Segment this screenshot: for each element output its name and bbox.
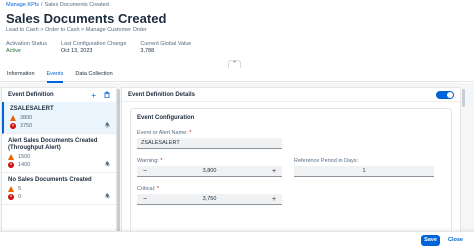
warning-value: 1500 bbox=[18, 154, 31, 160]
list-item-warning: 1500 bbox=[8, 154, 110, 160]
kpi-last-change: Last Configuration Change Oct 13, 2023 bbox=[61, 41, 126, 54]
required-marker: * bbox=[156, 186, 160, 192]
toggle-knob bbox=[447, 91, 453, 98]
critical-value: 3750 bbox=[20, 123, 33, 129]
list-item-name: No Sales Documents Created bbox=[8, 177, 92, 183]
event-definition-list-header: Event Definition + bbox=[2, 88, 116, 102]
list-item-critical: × 3750 🕭 bbox=[10, 123, 110, 129]
critical-icon: × bbox=[8, 194, 14, 200]
warning-icon bbox=[8, 186, 14, 192]
page-title: Sales Documents Created bbox=[6, 11, 167, 26]
critical-label: Critical: * bbox=[137, 186, 445, 192]
save-button[interactable]: Save bbox=[421, 235, 440, 246]
kpi-activation-status: Activation Status Active bbox=[6, 41, 47, 54]
card-title: Event Configuration bbox=[137, 115, 195, 121]
reference-period-input[interactable]: 1 bbox=[294, 166, 434, 177]
list-scrollbar[interactable] bbox=[117, 89, 120, 241]
required-marker: * bbox=[160, 158, 163, 164]
object-page-header: Manage KPIs / Sales Documents Created Sa… bbox=[0, 0, 474, 68]
event-active-toggle[interactable] bbox=[436, 90, 454, 99]
warning-stepper[interactable]: − 3,800 + bbox=[137, 166, 282, 177]
event-name-label: Event or Alert Name: * bbox=[137, 130, 445, 136]
trash-icon[interactable] bbox=[104, 91, 110, 100]
warning-icon bbox=[8, 154, 14, 160]
event-name-label-text: Event or Alert Name: bbox=[137, 130, 188, 136]
details-title: Event Definition Details bbox=[128, 91, 196, 98]
critical-stepper-value: 3,750 bbox=[202, 196, 217, 202]
breadcrumb-current: Sales Documents Created bbox=[44, 2, 109, 8]
kpi-value: Active bbox=[6, 48, 21, 54]
reference-period-field: Reference Period in Days: 1 bbox=[294, 149, 434, 177]
reference-period-value: 1 bbox=[362, 168, 366, 174]
kpi-value: Oct 13, 2023 bbox=[60, 48, 93, 54]
critical-icon: × bbox=[10, 123, 16, 129]
critical-icon: × bbox=[8, 162, 14, 168]
kpi-global-value: Current Global Value 3,788 bbox=[140, 41, 191, 54]
footer-toolbar: Save Close bbox=[0, 231, 474, 248]
warning-stepper-value: 3,800 bbox=[202, 168, 217, 174]
plus-icon[interactable]: + bbox=[91, 91, 96, 100]
list-item-warning: 3800 bbox=[10, 115, 110, 121]
events-content: Event Definition + ZSALESALERT 3800 × 37… bbox=[0, 83, 474, 248]
kpi-label: Last Configuration Change bbox=[60, 41, 127, 47]
list-item[interactable]: ZSALESALERT 3800 × 3750 🕭 bbox=[2, 102, 116, 134]
chevron-up-icon: ⌃ bbox=[231, 61, 238, 68]
required-marker: * bbox=[189, 130, 192, 136]
list-title: Event Definition bbox=[8, 92, 54, 98]
critical-label-text: Critical: bbox=[137, 186, 156, 192]
breadcrumb-separator: / bbox=[41, 2, 43, 8]
details-header: Event Definition Details bbox=[122, 88, 460, 102]
list-item-name: ZSALESALERT bbox=[10, 106, 54, 112]
tab-bar: Information Events Data Collection bbox=[0, 68, 474, 83]
plus-icon[interactable]: + bbox=[270, 196, 278, 203]
event-definition-details-panel: Event Definition Details Event Configura… bbox=[121, 87, 461, 248]
event-configuration-card: Event Configuration Event or Alert Name:… bbox=[130, 108, 452, 248]
warning-value: 5 bbox=[18, 186, 22, 192]
kpi-label: Current Global Value bbox=[140, 41, 192, 47]
list-item-critical: × 1400 🕭 bbox=[8, 162, 110, 168]
warning-row: Warning: * − 3,800 + Reference Period in… bbox=[137, 149, 445, 177]
bell-icon: 🕭 bbox=[104, 123, 110, 129]
breadcrumb: Manage KPIs / Sales Documents Created bbox=[6, 2, 468, 8]
critical-value: 0 bbox=[18, 194, 22, 200]
tab-information[interactable]: Information bbox=[7, 68, 35, 82]
plus-icon[interactable]: + bbox=[270, 168, 278, 175]
warning-label-text: Warning: bbox=[137, 158, 159, 164]
list-item[interactable]: No Sales Documents Created 5 × 0 🕭 bbox=[2, 173, 116, 205]
list-actions: + bbox=[91, 91, 110, 100]
warning-icon bbox=[10, 115, 16, 121]
header-kpis: Activation Status Active Last Configurat… bbox=[6, 41, 468, 54]
critical-value: 1400 bbox=[18, 162, 31, 168]
minus-icon[interactable]: − bbox=[141, 196, 149, 203]
close-button[interactable]: Close bbox=[445, 235, 466, 246]
warning-value: 3800 bbox=[20, 115, 33, 121]
kpi-value: 3,788 bbox=[140, 48, 155, 54]
warning-field: Warning: * − 3,800 + bbox=[137, 149, 282, 177]
bell-icon: 🕭 bbox=[104, 194, 110, 200]
event-name-input[interactable]: ZSALESALERT bbox=[137, 138, 282, 149]
bell-icon: 🕭 bbox=[104, 162, 110, 168]
list-item[interactable]: Alert Sales Documents Created (Throughpu… bbox=[2, 134, 116, 173]
reference-period-label: Reference Period in Days: bbox=[294, 158, 359, 164]
list-item-name: Alert Sales Documents Created (Throughpu… bbox=[8, 138, 98, 151]
page-subtitle: Lead to Cash > Order to Cash > Manage Cu… bbox=[6, 27, 147, 33]
list-item-critical: × 0 🕭 bbox=[8, 194, 110, 200]
list-item-warning: 5 bbox=[8, 186, 110, 192]
critical-stepper[interactable]: − 3,750 + bbox=[137, 194, 282, 205]
event-definition-list-panel: Event Definition + ZSALESALERT 3800 × 37… bbox=[1, 87, 117, 247]
breadcrumb-link-manage-kpis[interactable]: Manage KPIs bbox=[6, 2, 39, 8]
tab-data-collection[interactable]: Data Collection bbox=[75, 68, 112, 82]
details-scrollbar[interactable] bbox=[462, 89, 465, 107]
minus-icon[interactable]: − bbox=[141, 168, 149, 175]
kpi-label: Activation Status bbox=[6, 41, 47, 47]
tab-events[interactable]: Events bbox=[46, 68, 63, 83]
warning-label: Warning: * bbox=[137, 158, 282, 164]
